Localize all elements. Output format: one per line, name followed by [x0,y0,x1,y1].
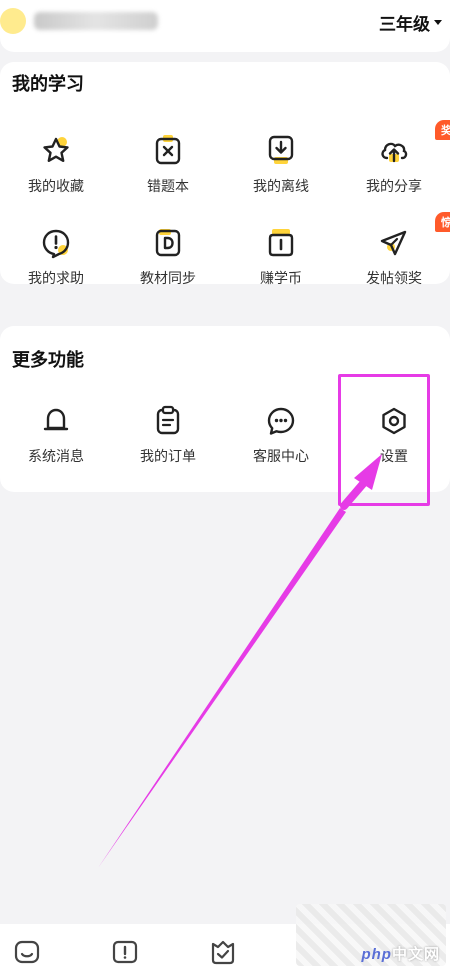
reward-badge: 奖励 [435,120,450,140]
grid-item-post-reward[interactable]: 惊喜 发帖领奖 [338,212,450,288]
username-blurred [34,12,158,30]
bell-icon [39,404,73,438]
grid-item-label: 客服中心 [253,448,309,464]
grid-item-label: 发帖领奖 [366,270,422,286]
more-functions-title: 更多功能 [12,350,84,370]
grid-item-label: 我的求助 [28,270,84,286]
notice-tab-icon[interactable] [110,938,140,966]
textbook-icon [151,226,185,260]
grid-item-share[interactable]: 奖励 我的分享 [338,120,450,196]
grid-item-textbook-sync[interactable]: 教材同步 [112,226,224,288]
coin-icon [264,226,298,260]
tasks-tab-icon[interactable] [208,938,238,966]
send-icon: 惊喜 [377,212,450,260]
grid-item-label: 赚学币 [260,270,302,286]
chevron-down-icon [434,20,442,25]
grid-item-wrong-questions[interactable]: 错题本 [112,134,224,196]
watermark-site: 中文网 [391,946,440,963]
surprise-badge: 惊喜 [435,212,450,232]
avatar[interactable] [0,8,26,34]
grid-item-label: 系统消息 [28,448,84,464]
grid-item-label: 教材同步 [140,270,196,286]
chat-icon [264,404,298,438]
grid-item-favorites[interactable]: 我的收藏 [0,134,112,196]
grid-item-my-orders[interactable]: 我的订单 [112,404,224,466]
grid-item-customer-service[interactable]: 客服中心 [225,404,337,466]
clipboard-icon [151,404,185,438]
help-bubble-icon [39,226,73,260]
grade-selector[interactable]: 三年级 [379,10,442,35]
cloud-upload-icon: 奖励 [377,120,450,168]
grid-item-label: 我的离线 [253,178,309,194]
grid-item-label: 我的订单 [140,448,196,464]
grid-item-earn-coins[interactable]: 赚学币 [225,226,337,288]
wrong-question-icon [151,134,185,168]
grid-item-label: 我的分享 [366,178,422,194]
annotation-highlight-box [338,374,430,506]
grade-label: 三年级 [379,15,430,34]
watermark-text: php中文网 [361,943,440,964]
grid-item-offline[interactable]: 我的离线 [225,134,337,196]
download-icon [264,134,298,168]
my-study-title: 我的学习 [12,74,84,94]
top-header: 三年级 [0,0,450,52]
home-tab-icon[interactable] [12,938,42,966]
grid-item-ask-help[interactable]: 我的求助 [0,226,112,288]
grid-item-label: 错题本 [147,178,189,194]
grid-item-system-messages[interactable]: 系统消息 [0,404,112,466]
watermark-php: php [361,946,392,963]
star-icon [39,134,73,168]
grid-item-label: 我的收藏 [28,178,84,194]
